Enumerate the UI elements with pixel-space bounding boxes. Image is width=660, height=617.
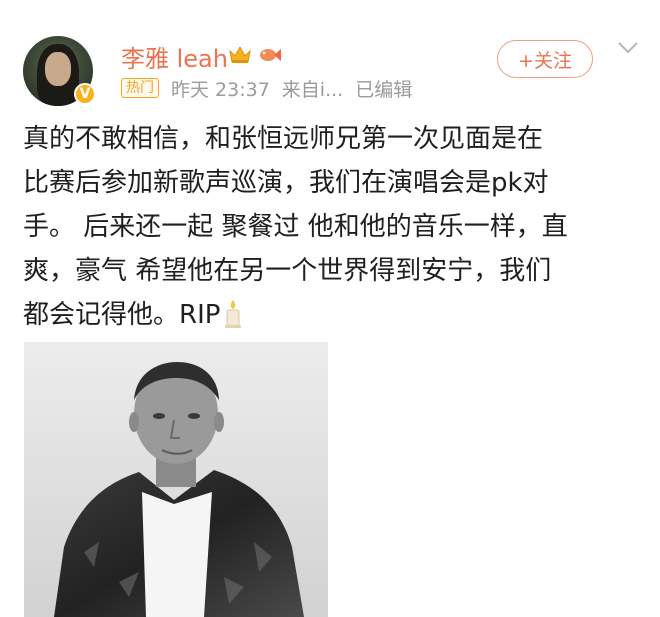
fish-badge-icon — [260, 49, 281, 61]
candle-emoji-icon — [225, 300, 242, 328]
photo-person-image — [24, 342, 328, 617]
avatar-face — [45, 52, 71, 86]
content-line: 比赛后参加新歌声巡演，我们在演唱会是pk对 — [23, 168, 549, 198]
content-line: 手。 后来还一起 聚餐过 他和他的音乐一样，直 — [23, 212, 568, 242]
content-line: 都会记得他。RIP — [23, 300, 221, 330]
content-line: 爽，豪气 希望他在另一个世界得到安宁，我们 — [23, 256, 552, 286]
author-name[interactable]: 李雅 leah — [121, 39, 228, 74]
hot-badge: 热门 — [121, 78, 159, 98]
content-line-last: 都会记得他。RIP — [23, 293, 643, 337]
chevron-down-icon[interactable] — [617, 40, 639, 56]
vip-crown-icon — [229, 45, 251, 63]
content-line: 真的不敢相信，和张恒远师兄第一次见面是在 — [23, 124, 544, 154]
post-time[interactable]: 昨天 23:37 — [171, 75, 270, 102]
follow-button[interactable]: +关注 — [497, 40, 593, 78]
post-photo[interactable] — [24, 342, 328, 617]
post-source[interactable]: 来自i... — [282, 75, 343, 102]
post-content: 真的不敢相信，和张恒远师兄第一次见面是在 比赛后参加新歌声巡演，我们在演唱会是p… — [23, 117, 643, 337]
verified-v-icon: V — [74, 83, 96, 105]
edited-label[interactable]: 已编辑 — [355, 75, 412, 102]
post-meta: 热门 昨天 23:37 来自i... 已编辑 — [121, 75, 412, 102]
